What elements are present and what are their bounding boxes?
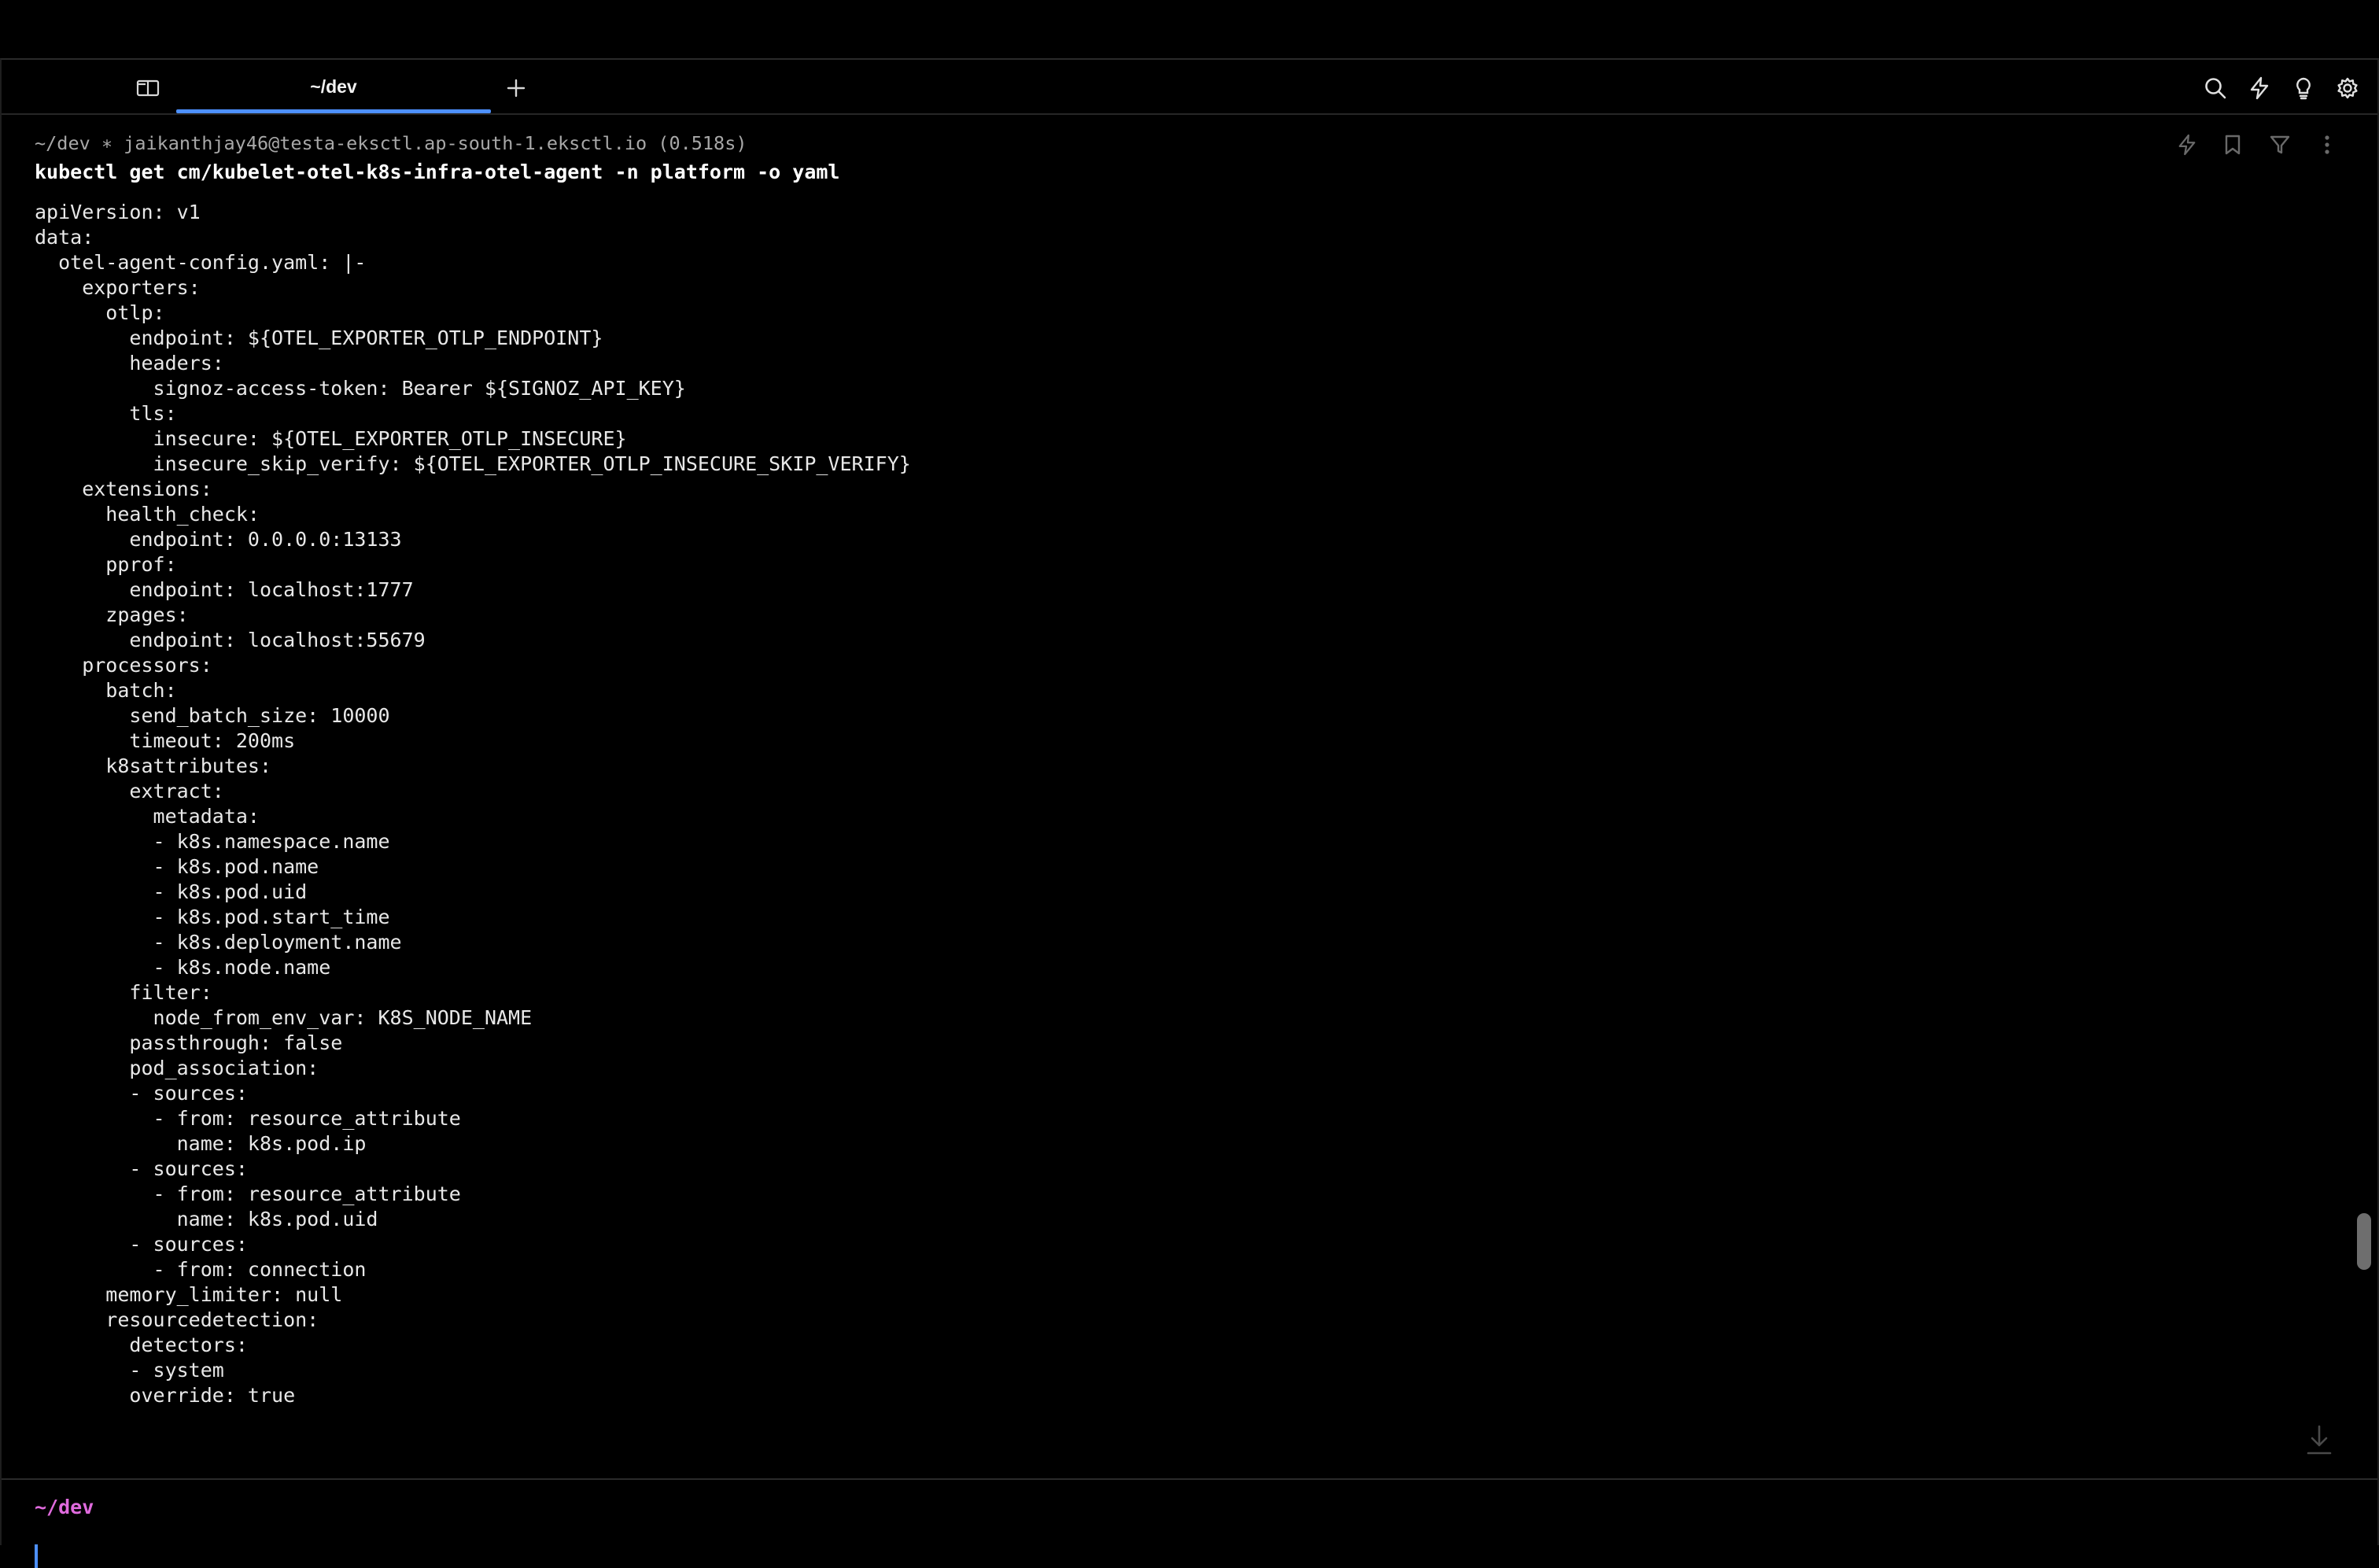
more-icon[interactable] xyxy=(2313,131,2341,159)
output-line: - k8s.node.name xyxy=(35,956,331,979)
output-line: - k8s.pod.name xyxy=(35,855,319,878)
output-line: - sources: xyxy=(35,1157,248,1180)
block-prompt-meta: ~/dev ∗ jaikanthjay46@testa-eksctl.ap-so… xyxy=(35,132,747,154)
command-block[interactable]: ~/dev ∗ jaikanthjay46@testa-eksctl.ap-so… xyxy=(2,115,2377,1478)
output-line: exporters: xyxy=(35,276,201,299)
output-line: extensions: xyxy=(35,478,212,500)
lightning-icon[interactable] xyxy=(2173,131,2201,159)
output-line: override: true xyxy=(35,1384,296,1407)
lightning-icon[interactable] xyxy=(2245,74,2274,102)
output-line: passthrough: false xyxy=(35,1031,343,1054)
command-output: apiVersion: v1 data: otel-agent-config.ya… xyxy=(35,200,911,1408)
output-line: otlp: xyxy=(35,301,165,324)
output-line: resourcedetection: xyxy=(35,1308,319,1331)
scrollbar-thumb[interactable] xyxy=(2357,1213,2371,1270)
output-line: send_batch_size: 10000 xyxy=(35,704,390,727)
output-line: pprof: xyxy=(35,553,177,576)
output-line: - system xyxy=(35,1359,224,1382)
output-line: endpoint: 0.0.0.0:13133 xyxy=(35,528,402,551)
gear-icon[interactable] xyxy=(2333,74,2362,102)
output-line: endpoint: localhost:55679 xyxy=(35,629,426,651)
output-line: - k8s.pod.uid xyxy=(35,880,308,903)
output-line: zpages: xyxy=(35,603,189,626)
plus-icon[interactable] xyxy=(502,74,530,102)
input-editor[interactable]: ~/dev xyxy=(2,1478,2377,1568)
jump-to-bottom-icon[interactable] xyxy=(2302,1421,2337,1459)
output-line: insecure: ${OTEL_EXPORTER_OTLP_INSECURE} xyxy=(35,427,627,450)
output-line: insecure_skip_verify: ${OTEL_EXPORTER_OT… xyxy=(35,452,911,475)
tab-label: ~/dev xyxy=(310,76,357,97)
output-line: - sources: xyxy=(35,1082,248,1105)
search-icon[interactable] xyxy=(2201,74,2230,102)
filter-icon[interactable] xyxy=(2266,131,2294,159)
terminal-window: ~/dev ~/dev ∗ jaikanthjay46@testa-eksctl… xyxy=(0,58,2379,1568)
active-tab-indicator xyxy=(176,109,491,113)
output-line: name: k8s.pod.uid xyxy=(35,1208,378,1230)
tab-dev[interactable]: ~/dev xyxy=(176,60,491,113)
bookmark-icon[interactable] xyxy=(2219,131,2247,159)
output-line: name: k8s.pod.ip xyxy=(35,1132,367,1155)
output-line: endpoint: ${OTEL_EXPORTER_OTLP_ENDPOINT} xyxy=(35,327,603,349)
tab-bar: ~/dev xyxy=(2,60,2377,115)
output-line: headers: xyxy=(35,352,224,374)
output-line: filter: xyxy=(35,981,212,1004)
book-icon[interactable] xyxy=(132,76,164,101)
input-prompt: ~/dev xyxy=(35,1496,94,1518)
output-line: health_check: xyxy=(35,503,260,526)
output-line: endpoint: localhost:1777 xyxy=(35,578,414,601)
output-line: - k8s.namespace.name xyxy=(35,830,390,853)
output-line: - from: resource_attribute xyxy=(35,1182,461,1205)
output-line: signoz-access-token: Bearer ${SIGNOZ_API… xyxy=(35,377,686,400)
output-line: extract: xyxy=(35,780,224,802)
output-line: apiVersion: v1 xyxy=(35,201,201,223)
lightbulb-icon[interactable] xyxy=(2289,74,2318,102)
output-line: otel-agent-config.yaml: |- xyxy=(35,251,367,274)
output-line: - k8s.deployment.name xyxy=(35,931,402,954)
output-line: node_from_env_var: K8S_NODE_NAME xyxy=(35,1006,533,1029)
output-line: detectors: xyxy=(35,1334,248,1356)
output-line: pod_association: xyxy=(35,1057,319,1079)
output-line: - from: resource_attribute xyxy=(35,1107,461,1130)
output-line: - sources: xyxy=(35,1233,248,1256)
text-cursor xyxy=(35,1544,38,1568)
output-line: tls: xyxy=(35,402,177,425)
command-text: kubectl get cm/kubelet-otel-k8s-infra-ot… xyxy=(35,160,840,183)
output-line: memory_limiter: null xyxy=(35,1283,343,1306)
output-line: processors: xyxy=(35,654,212,677)
output-line: data: xyxy=(35,226,94,249)
output-line: - k8s.pod.start_time xyxy=(35,906,390,928)
output-line: batch: xyxy=(35,679,177,702)
output-line: - from: connection xyxy=(35,1258,367,1281)
output-line: metadata: xyxy=(35,805,260,828)
output-line: timeout: 200ms xyxy=(35,729,296,752)
output-line: k8sattributes: xyxy=(35,754,272,777)
